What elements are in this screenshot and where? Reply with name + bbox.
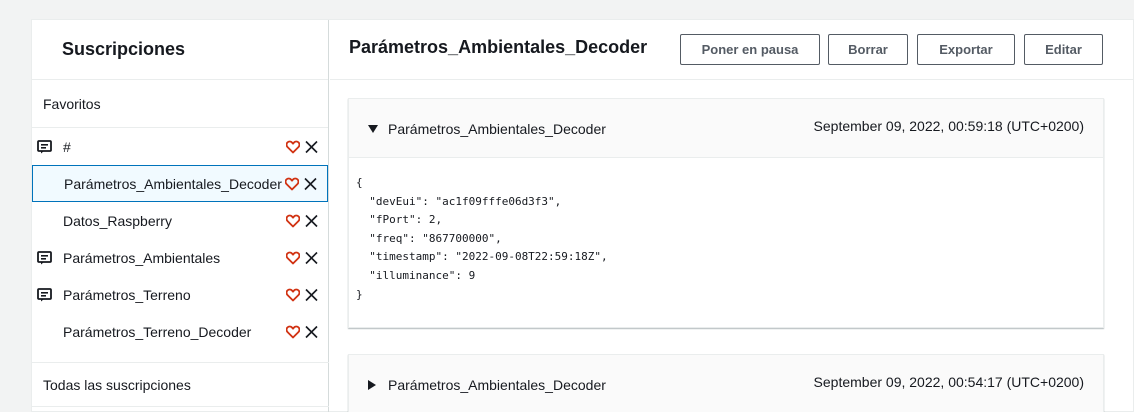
message-card: Parámetros_Ambientales_Decoder September… bbox=[348, 354, 1104, 412]
topic-label: Parámetros_Ambientales_Decoder bbox=[64, 175, 282, 192]
message-timestamp: September 09, 2022, 00:59:18 (UTC+0200) bbox=[813, 118, 1084, 134]
close-icon[interactable] bbox=[304, 287, 319, 302]
topic-item[interactable]: Parámetros_Terreno bbox=[32, 276, 328, 313]
favorite-heart-icon[interactable] bbox=[286, 140, 300, 153]
favorite-heart-icon[interactable] bbox=[286, 325, 300, 338]
all-subscriptions-label[interactable]: Todas las suscripciones bbox=[32, 362, 329, 407]
delete-button[interactable]: Borrar bbox=[828, 34, 908, 65]
edit-button[interactable]: Editar bbox=[1024, 34, 1103, 65]
message-card: Parámetros_Ambientales_Decoder September… bbox=[348, 98, 1104, 328]
topic-item-selected[interactable]: Parámetros_Ambientales_Decoder bbox=[32, 165, 328, 202]
topic-title: Parámetros_Ambientales_Decoder bbox=[349, 37, 648, 57]
topic-label: Parámetros_Ambientales bbox=[63, 249, 221, 266]
topic-label: Parámetros_Terreno bbox=[63, 286, 191, 303]
message-payload: { "devEui": "ac1f09fffe06d3f3", "fPort":… bbox=[356, 176, 608, 301]
subscriptions-title: Suscripciones bbox=[62, 39, 186, 59]
caret-down-icon[interactable] bbox=[368, 125, 378, 133]
close-icon[interactable] bbox=[304, 213, 319, 228]
message-topic: Parámetros_Ambientales_Decoder bbox=[388, 377, 606, 393]
message-topic: Parámetros_Ambientales_Decoder bbox=[388, 121, 606, 137]
close-icon[interactable] bbox=[304, 139, 319, 154]
favorites-label: Favoritos bbox=[32, 80, 328, 128]
topic-item[interactable]: # bbox=[32, 128, 328, 165]
topic-item[interactable]: Datos_Raspberry bbox=[32, 202, 328, 239]
messages-panel: Parámetros_Ambientales_Decoder Poner en … bbox=[330, 20, 1134, 412]
export-button[interactable]: Exportar bbox=[917, 34, 1015, 65]
messages-header: Parámetros_Ambientales_Decoder Poner en … bbox=[330, 20, 1134, 80]
favorite-heart-icon[interactable] bbox=[286, 214, 300, 227]
subscriptions-header: Suscripciones bbox=[32, 20, 328, 80]
close-icon[interactable] bbox=[304, 250, 319, 265]
favorite-heart-icon[interactable] bbox=[285, 177, 299, 190]
pause-button[interactable]: Poner en pausa bbox=[680, 34, 820, 65]
close-icon[interactable] bbox=[304, 324, 319, 339]
favorite-heart-icon[interactable] bbox=[286, 288, 300, 301]
topic-item[interactable]: Parámetros_Ambientales bbox=[32, 239, 328, 276]
close-icon[interactable] bbox=[303, 176, 318, 191]
topic-label: Parámetros_Terreno_Decoder bbox=[63, 323, 252, 340]
message-header[interactable]: Parámetros_Ambientales_Decoder September… bbox=[349, 99, 1103, 158]
message-icon bbox=[37, 250, 52, 264]
topic-label: Datos_Raspberry bbox=[63, 212, 172, 229]
subscriptions-panel: Suscripciones Favoritos # Parámetros_Amb… bbox=[32, 20, 329, 412]
topic-item[interactable]: Parámetros_Terreno_Decoder bbox=[32, 313, 328, 350]
favorite-heart-icon[interactable] bbox=[286, 251, 300, 264]
message-header[interactable]: Parámetros_Ambientales_Decoder September… bbox=[349, 355, 1103, 412]
topic-label: # bbox=[63, 138, 71, 155]
message-icon bbox=[37, 139, 52, 153]
mqtt-test-client: Suscripciones Favoritos # Parámetros_Amb… bbox=[31, 19, 1134, 412]
message-icon bbox=[37, 287, 52, 301]
caret-right-icon[interactable] bbox=[368, 380, 376, 390]
message-timestamp: September 09, 2022, 00:54:17 (UTC+0200) bbox=[813, 374, 1084, 390]
